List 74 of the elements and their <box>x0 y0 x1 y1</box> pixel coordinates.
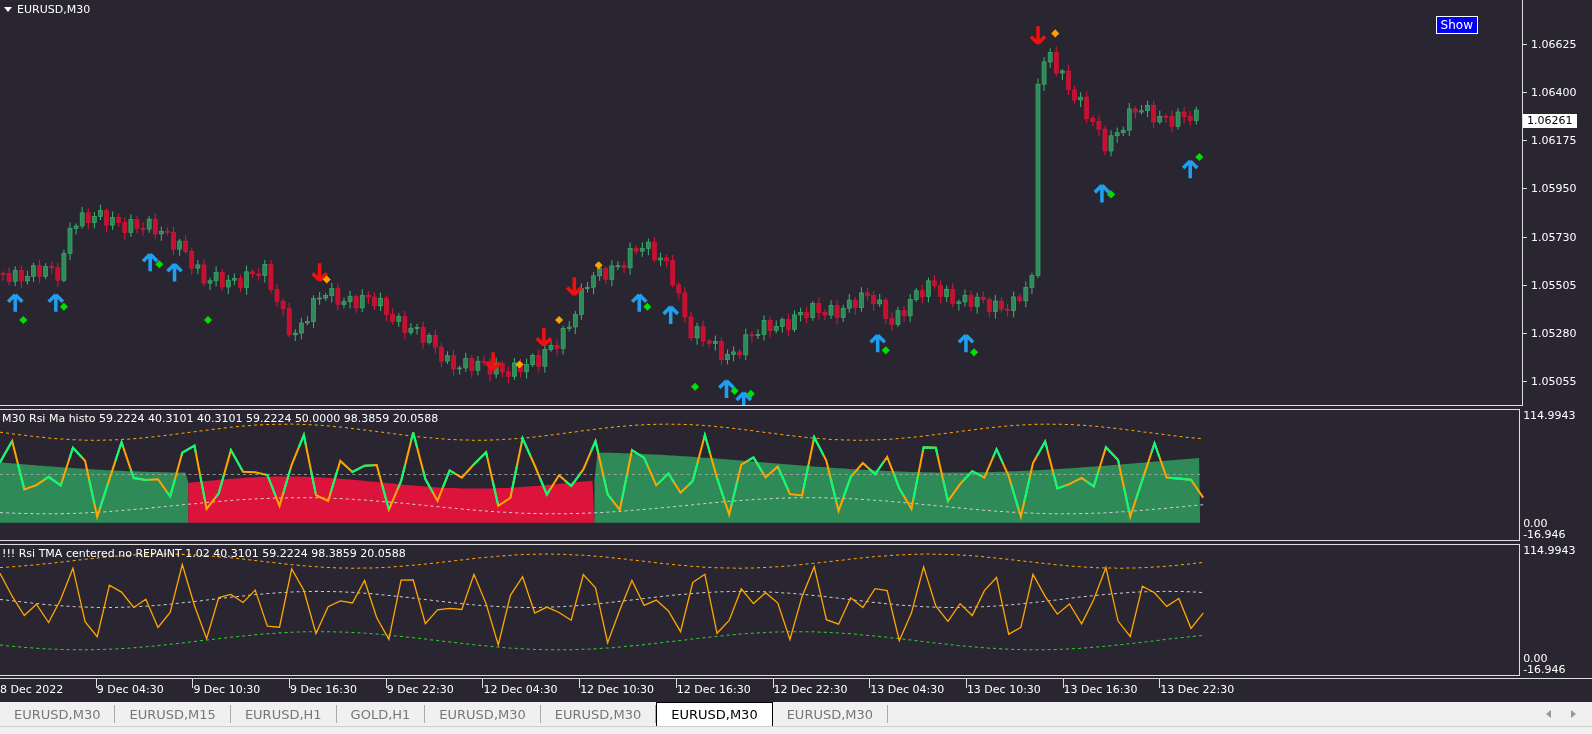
diamond-marker <box>691 382 700 391</box>
price-label: 1.06175 <box>1531 134 1577 148</box>
axis-label: 114.9943 <box>1523 410 1577 422</box>
chart-tab[interactable]: EURUSD,M30 <box>425 705 541 723</box>
diamond-marker <box>515 360 524 369</box>
time-label: 9 Dec 16:30 <box>290 683 358 696</box>
axis-label: 0.00 <box>1523 653 1549 664</box>
down-arrow-marker <box>565 275 584 297</box>
chart-tab[interactable]: EURUSD,M30 <box>772 705 889 723</box>
price-label: 1.05280 <box>1531 327 1577 341</box>
price-label: 1.05055 <box>1531 375 1577 389</box>
chart-tab[interactable]: EURUSD,M15 <box>115 705 231 723</box>
up-arrow-marker <box>46 292 65 314</box>
price-label: 1.06400 <box>1531 85 1577 99</box>
scroll-right-icon[interactable] <box>1568 709 1578 719</box>
up-arrow-marker <box>957 333 975 355</box>
indicator-label: !!! Rsi TMA centered no REPAINT 1.02 40.3101 59.2224 98.3859 20.0588 <box>2 547 406 560</box>
down-arrow-marker <box>535 326 553 348</box>
diamond-marker <box>881 346 890 355</box>
up-arrow-marker <box>1093 183 1111 205</box>
down-arrow-marker <box>310 261 329 283</box>
diamond-marker <box>1107 190 1116 199</box>
chart-tab[interactable]: EURUSD,M30 <box>656 702 773 726</box>
diamond-marker <box>59 302 68 311</box>
time-label: 13 Dec 16:30 <box>1063 683 1138 696</box>
axis-label: 114.9943 <box>1523 545 1577 557</box>
time-label: 12 Dec 10:30 <box>580 683 655 696</box>
time-label: 9 Dec 10:30 <box>193 683 261 696</box>
current-price-label: 1.06261 <box>1523 114 1577 128</box>
diamond-marker <box>555 315 564 324</box>
time-label: 13 Dec 10:30 <box>966 683 1041 696</box>
up-arrow-marker <box>141 252 160 274</box>
diamond-marker <box>1051 29 1060 38</box>
indicator-label: M30 Rsi Ma histo 59.2224 40.3101 40.3101 59.2224 50.0000 98.3859 20.0588 <box>2 412 439 425</box>
time-label: 13 Dec 22:30 <box>1160 683 1235 696</box>
up-arrow-marker <box>630 292 649 314</box>
time-label: 13 Dec 04:30 <box>870 683 945 696</box>
diamond-marker <box>1195 152 1204 161</box>
diamond-marker <box>322 275 331 284</box>
time-label: 12 Dec 22:30 <box>773 683 848 696</box>
diamond-marker <box>643 302 652 311</box>
diamond-marker <box>155 260 164 269</box>
time-label: 8 Dec 2022 <box>0 683 64 696</box>
show-button[interactable]: Show <box>1435 16 1478 34</box>
up-arrow-marker <box>165 262 184 284</box>
up-arrow-marker <box>868 333 887 355</box>
axis-label: 0.00 <box>1523 518 1549 529</box>
chart-tab[interactable]: GOLD,H1 <box>336 705 426 723</box>
down-arrow-marker <box>1029 24 1047 46</box>
up-arrow-marker <box>1181 159 1200 180</box>
price-label: 1.06625 <box>1531 37 1577 51</box>
price-label: 1.05505 <box>1531 278 1577 292</box>
chart-tab[interactable]: EURUSD,M30 <box>0 705 116 723</box>
diamond-marker <box>203 315 213 324</box>
chart-tab[interactable]: EURUSD,H1 <box>230 705 337 723</box>
axis-label: -16.946 <box>1523 529 1567 540</box>
chart-title[interactable]: EURUSD,M30 <box>4 3 91 16</box>
up-arrow-marker <box>6 292 25 314</box>
diamond-marker <box>594 261 603 270</box>
diamond-marker <box>19 315 28 324</box>
diamond-marker <box>730 386 739 395</box>
time-label: 12 Dec 04:30 <box>483 683 558 696</box>
axis-label: -16.946 <box>1523 664 1567 675</box>
time-label: 12 Dec 16:30 <box>676 683 751 696</box>
down-arrow-marker <box>484 350 502 372</box>
dropdown-icon[interactable] <box>4 7 12 12</box>
time-label: 9 Dec 22:30 <box>386 683 454 696</box>
diamond-marker <box>746 389 755 398</box>
scroll-left-icon[interactable] <box>1544 709 1554 719</box>
diamond-marker <box>970 348 979 357</box>
time-label: 9 Dec 04:30 <box>96 683 164 696</box>
up-arrow-marker <box>661 305 680 326</box>
price-label: 1.05730 <box>1531 230 1577 244</box>
price-label: 1.05950 <box>1531 182 1577 196</box>
